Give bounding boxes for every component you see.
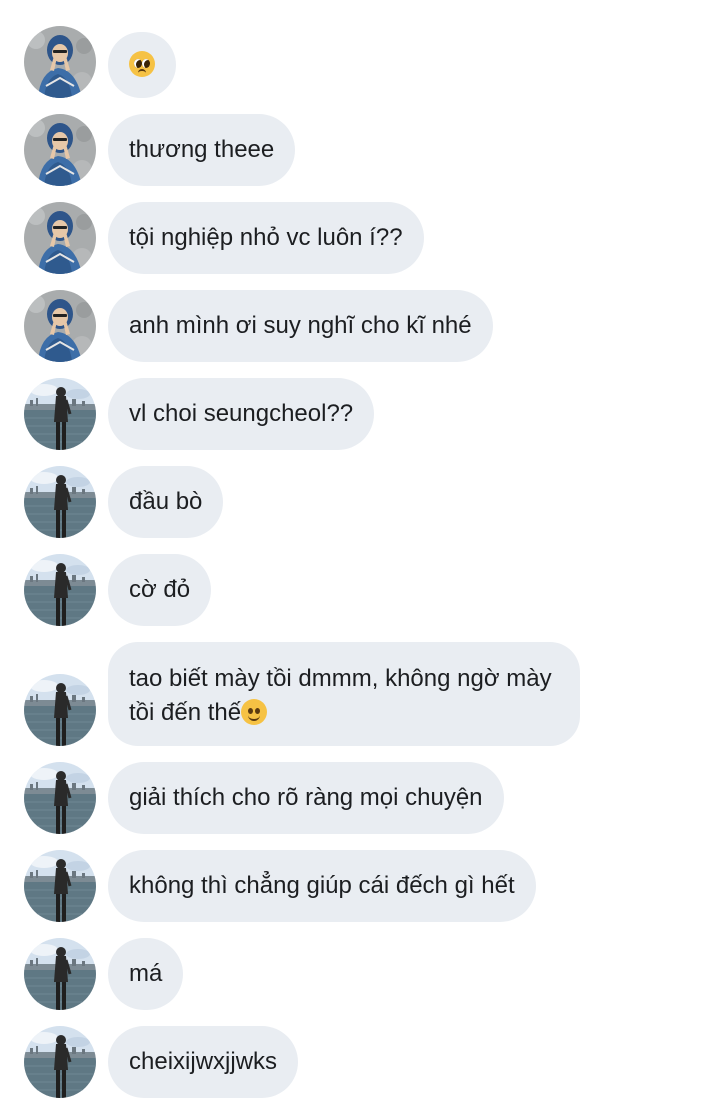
message-text: không thì chẳng giúp cái đếch gì hết bbox=[129, 872, 515, 899]
message-text: anh mình ơi suy nghĩ cho kĩ nhé bbox=[129, 312, 472, 339]
avatar[interactable] bbox=[24, 1026, 96, 1098]
avatar[interactable] bbox=[24, 466, 96, 538]
avatar[interactable] bbox=[24, 378, 96, 450]
avatar[interactable] bbox=[24, 290, 96, 362]
avatar[interactable] bbox=[24, 674, 96, 746]
message-bubble[interactable]: vl choi seungcheol?? bbox=[108, 378, 375, 450]
message-text: giải thích cho rõ ràng mọi chuyện bbox=[129, 784, 483, 811]
message-text: cheixijwxjjwks bbox=[129, 1048, 278, 1075]
message-text: đầu bò bbox=[129, 488, 203, 515]
slightly-smiling-face-emoji-icon bbox=[241, 699, 268, 725]
message-bubble[interactable] bbox=[108, 32, 176, 98]
message-bubble[interactable]: tao biết mày tồi dmmm, không ngờ mày tồi… bbox=[108, 642, 580, 746]
avatar[interactable] bbox=[24, 554, 96, 626]
avatar[interactable] bbox=[24, 762, 96, 834]
message-bubble[interactable]: không thì chẳng giúp cái đếch gì hết bbox=[108, 850, 536, 922]
message-text: má bbox=[129, 960, 163, 987]
pleading-face-emoji-icon bbox=[129, 51, 155, 77]
message-bubble[interactable]: cờ đỏ bbox=[108, 554, 212, 626]
message-bubble[interactable]: anh mình ơi suy nghĩ cho kĩ nhé bbox=[108, 290, 493, 362]
message-text: cờ đỏ bbox=[129, 576, 191, 603]
message-bubble[interactable]: thương theee bbox=[108, 114, 296, 186]
message-bubble[interactable]: đầu bò bbox=[108, 466, 224, 538]
chat-thread: thương theee tội nghiệp nhỏ vc luôn í?? … bbox=[0, 0, 720, 1106]
message-text: thương theee bbox=[129, 136, 275, 163]
avatar[interactable] bbox=[24, 850, 96, 922]
message-bubble[interactable]: cheixijwxjjwks bbox=[108, 1026, 299, 1098]
message-bubble[interactable]: giải thích cho rõ ràng mọi chuyện bbox=[108, 762, 504, 834]
avatar[interactable] bbox=[24, 202, 96, 274]
message-text: tao biết mày tồi dmmm, không ngờ mày tồi… bbox=[129, 665, 552, 726]
message-bubble[interactable]: tội nghiệp nhỏ vc luôn í?? bbox=[108, 202, 424, 274]
avatar[interactable] bbox=[24, 114, 96, 186]
message-bubble[interactable]: má bbox=[108, 938, 184, 1010]
avatar[interactable] bbox=[24, 26, 96, 98]
message-text: vl choi seungcheol?? bbox=[129, 400, 354, 427]
message-text: tội nghiệp nhỏ vc luôn í?? bbox=[129, 224, 403, 251]
avatar[interactable] bbox=[24, 938, 96, 1010]
